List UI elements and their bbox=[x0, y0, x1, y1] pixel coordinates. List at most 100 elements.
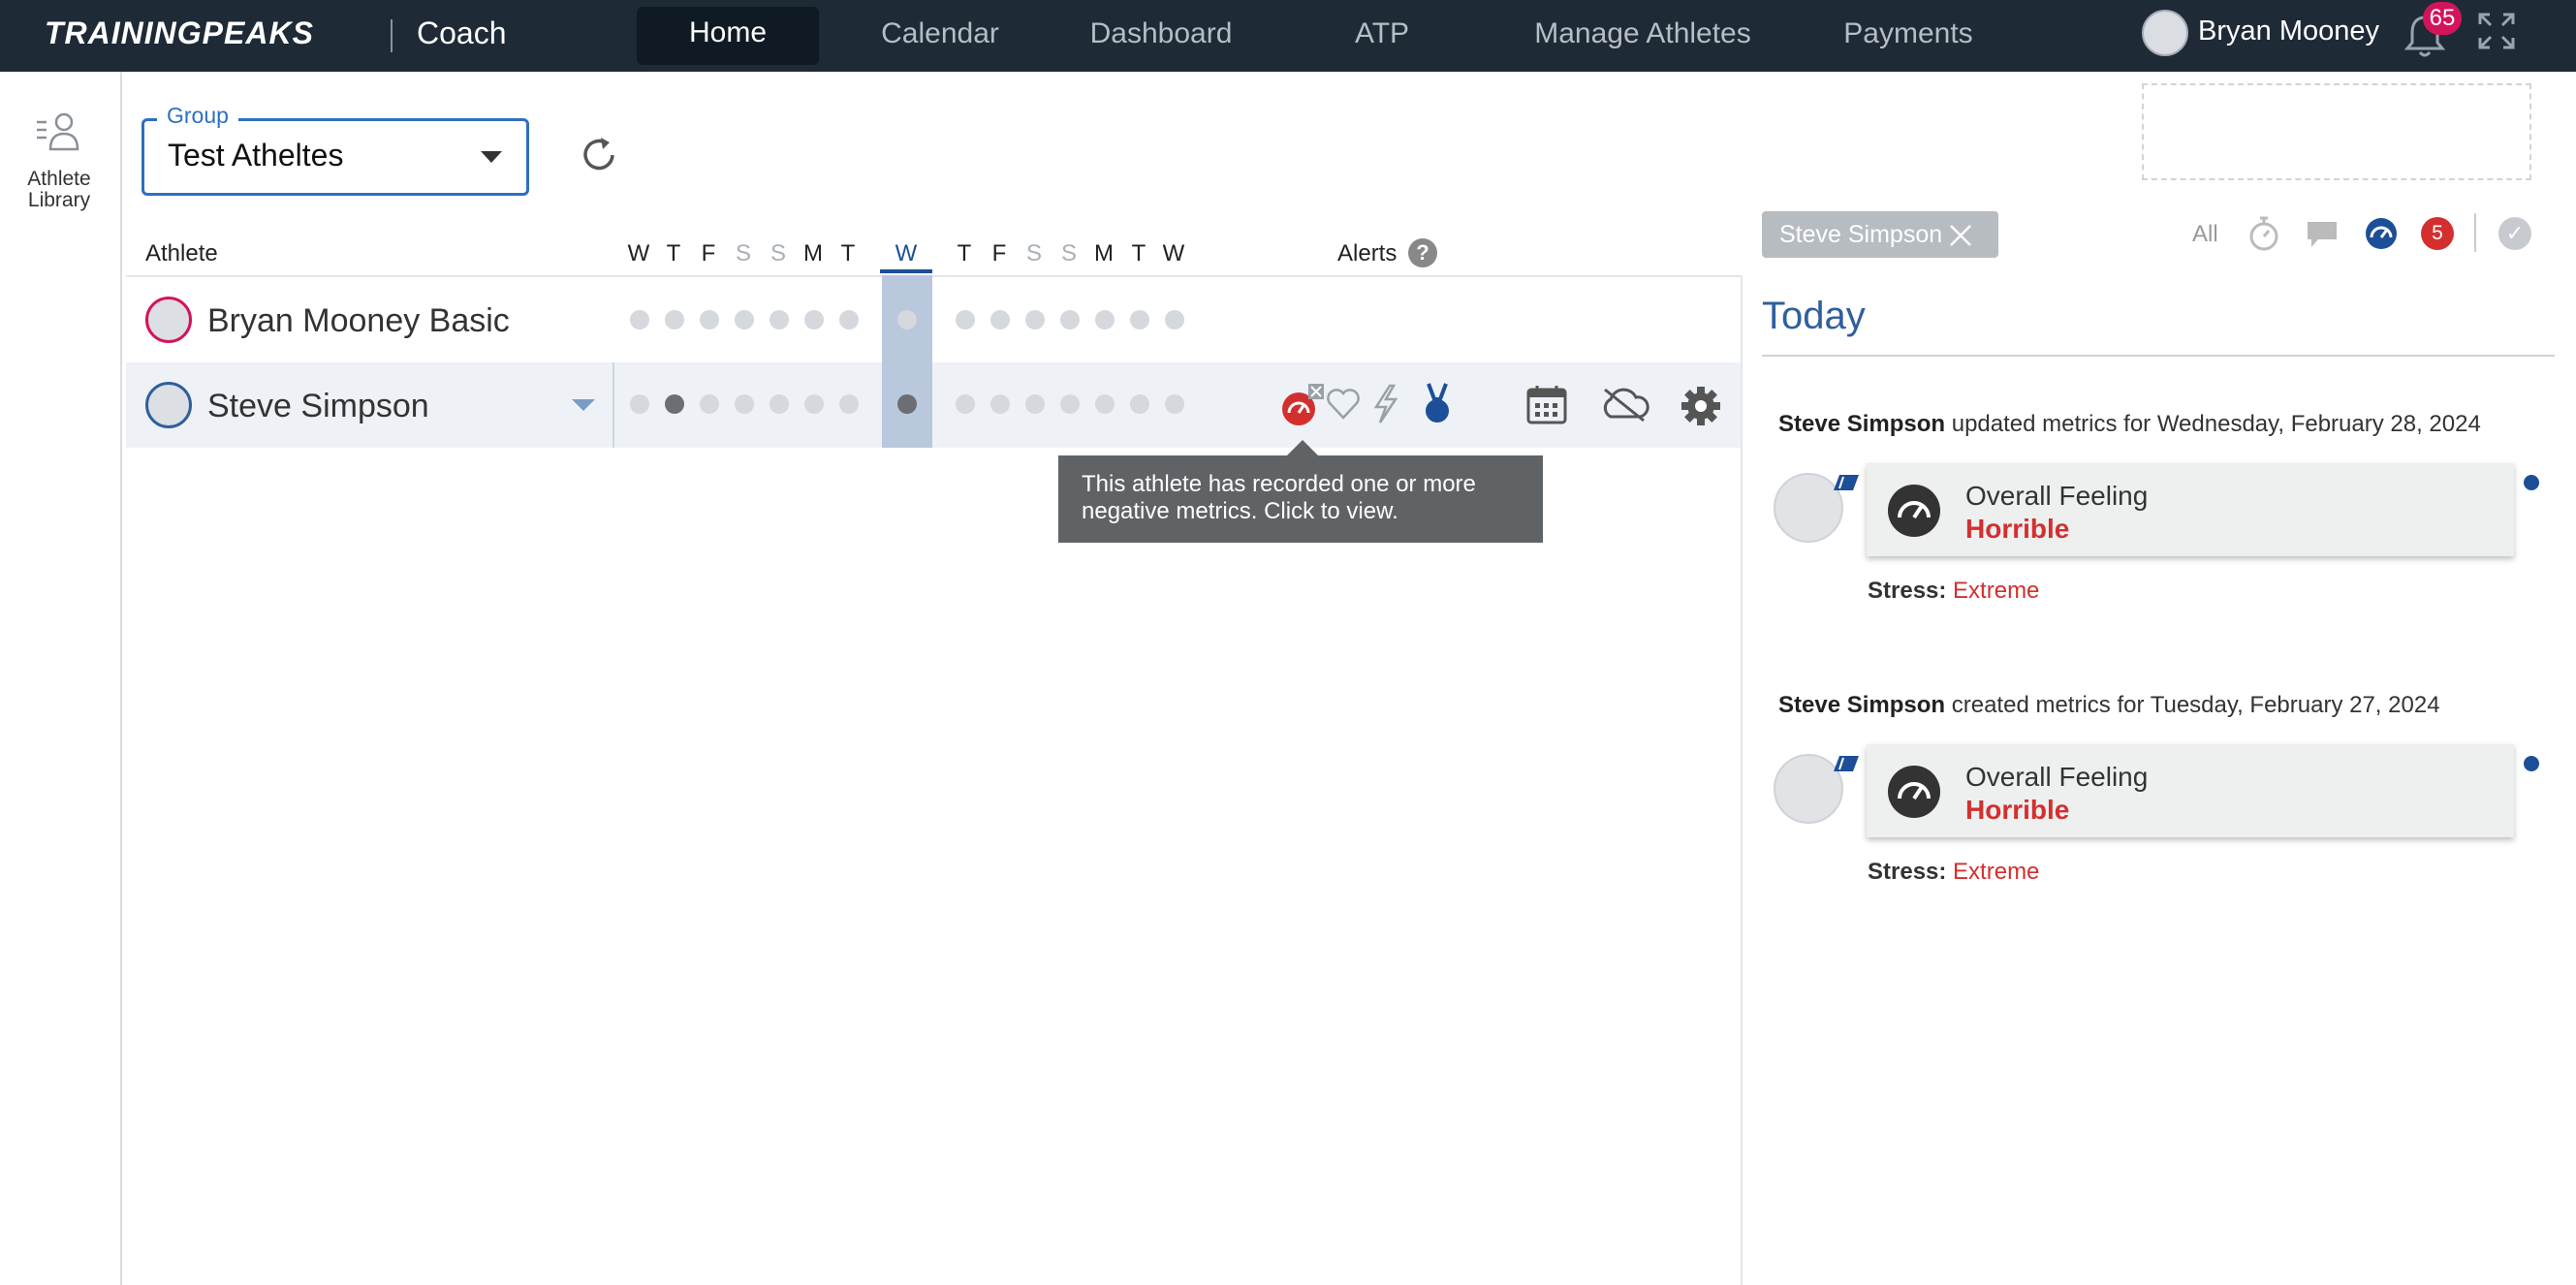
nav-payments[interactable]: Payments bbox=[1828, 0, 1989, 72]
cloud-off-icon[interactable] bbox=[1599, 386, 1649, 423]
day-dot[interactable] bbox=[735, 394, 754, 414]
day-dot[interactable] bbox=[956, 394, 975, 414]
day-dot-completed[interactable] bbox=[665, 394, 684, 414]
stopwatch-icon[interactable] bbox=[2246, 215, 2281, 252]
day-dot[interactable] bbox=[1025, 394, 1045, 414]
nav-atp[interactable]: ATP bbox=[1328, 0, 1436, 72]
day-dot[interactable] bbox=[990, 394, 1010, 414]
help-icon[interactable]: ? bbox=[1408, 238, 1437, 267]
unread-indicator[interactable] bbox=[2524, 475, 2539, 490]
day-dot[interactable] bbox=[804, 310, 824, 329]
logo-divider bbox=[391, 19, 393, 52]
group-select-value[interactable]: Test Atheltes bbox=[168, 138, 343, 173]
day-dot[interactable] bbox=[770, 310, 789, 329]
day-header: T bbox=[840, 240, 856, 266]
refresh-icon[interactable] bbox=[578, 134, 620, 176]
day-dot[interactable] bbox=[839, 394, 859, 414]
metrics-gauge-icon[interactable] bbox=[2363, 215, 2400, 252]
chevron-down-icon[interactable] bbox=[481, 151, 502, 163]
day-dot[interactable] bbox=[1060, 394, 1080, 414]
day-header: F bbox=[991, 240, 1007, 266]
left-rail: Athlete Library bbox=[0, 72, 122, 1285]
group-select-legend: Group bbox=[157, 103, 238, 129]
fullscreen-icon[interactable] bbox=[2477, 12, 2516, 50]
heart-icon[interactable] bbox=[1326, 388, 1361, 421]
day-dot[interactable] bbox=[1095, 310, 1115, 329]
day-dot[interactable] bbox=[630, 310, 649, 329]
comment-icon[interactable] bbox=[2305, 219, 2340, 250]
metric-card[interactable]: Overall Feeling Horrible bbox=[1867, 744, 2514, 837]
heading-rule bbox=[1762, 355, 2555, 357]
alerts-column-header: Alerts bbox=[1337, 240, 1398, 266]
close-icon[interactable] bbox=[1948, 223, 1973, 248]
day-dot[interactable] bbox=[1130, 394, 1149, 414]
day-dot[interactable] bbox=[897, 310, 917, 329]
day-dot[interactable] bbox=[804, 394, 824, 414]
activity-summary: Steve Simpson updated metrics for Wednes… bbox=[1778, 411, 2481, 438]
metric-value: Horrible bbox=[1965, 795, 2070, 825]
chevron-down-icon[interactable] bbox=[572, 399, 595, 411]
day-dot[interactable] bbox=[700, 394, 719, 414]
trainingpeaks-logo[interactable]: TRAININGPEAKS bbox=[45, 16, 314, 51]
medal-icon[interactable] bbox=[1421, 382, 1454, 426]
tooltip-arrow bbox=[1287, 440, 1318, 455]
day-header: W bbox=[1162, 240, 1185, 266]
day-header: M bbox=[803, 240, 823, 266]
day-dot[interactable] bbox=[1095, 394, 1115, 414]
notification-badge[interactable]: 65 bbox=[2423, 2, 2462, 35]
unread-indicator[interactable] bbox=[2524, 756, 2539, 771]
athlete-name[interactable]: Steve Simpson bbox=[207, 388, 429, 425]
drop-zone bbox=[2142, 83, 2531, 180]
row-divider bbox=[613, 362, 614, 448]
day-dot[interactable] bbox=[665, 310, 684, 329]
metric-card[interactable]: Overall Feeling Horrible bbox=[1867, 463, 2514, 556]
day-header: S bbox=[1060, 240, 1077, 266]
nav-home[interactable]: Home bbox=[637, 7, 819, 65]
day-dot[interactable] bbox=[770, 394, 789, 414]
product-name: Coach bbox=[417, 16, 507, 50]
stress-line: Stress: Extreme bbox=[1868, 578, 2039, 605]
day-dot[interactable] bbox=[956, 310, 975, 329]
user-name[interactable]: Bryan Mooney bbox=[2198, 16, 2379, 47]
gauge-icon bbox=[1888, 485, 1940, 537]
flag-icon bbox=[1834, 756, 1859, 771]
day-header: F bbox=[701, 240, 716, 266]
flag-icon bbox=[1834, 475, 1859, 490]
day-header: S bbox=[1025, 240, 1042, 266]
nav-dashboard[interactable]: Dashboard bbox=[1066, 0, 1256, 72]
day-dot[interactable] bbox=[630, 394, 649, 414]
nav-calendar[interactable]: Calendar bbox=[853, 0, 1027, 72]
metrics-alert-icon[interactable] bbox=[1277, 384, 1324, 428]
day-dot[interactable] bbox=[1130, 310, 1149, 329]
day-dot[interactable] bbox=[1165, 310, 1184, 329]
activity-athlete[interactable]: Steve Simpson bbox=[1778, 411, 1945, 437]
day-dot[interactable] bbox=[1060, 310, 1080, 329]
athlete-library-label[interactable]: Athlete Library bbox=[0, 169, 118, 211]
day-dot[interactable] bbox=[1025, 310, 1045, 329]
day-dot[interactable] bbox=[735, 310, 754, 329]
day-header: T bbox=[957, 240, 972, 266]
metric-value: Horrible bbox=[1965, 514, 2070, 544]
metrics-count-badge[interactable]: 5 bbox=[2421, 217, 2454, 250]
day-dot[interactable] bbox=[700, 310, 719, 329]
gear-icon[interactable] bbox=[1681, 386, 1721, 426]
nav-manage-athletes[interactable]: Manage Athletes bbox=[1512, 0, 1774, 72]
day-header: T bbox=[666, 240, 681, 266]
day-dot[interactable] bbox=[1165, 394, 1184, 414]
day-dot[interactable] bbox=[990, 310, 1010, 329]
calendar-icon[interactable] bbox=[1525, 384, 1568, 424]
lightning-icon[interactable] bbox=[1370, 384, 1401, 424]
activity-athlete[interactable]: Steve Simpson bbox=[1778, 692, 1945, 718]
day-dot-completed[interactable] bbox=[897, 394, 917, 414]
avatar[interactable] bbox=[145, 297, 192, 343]
metrics-tooltip: This athlete has recorded one or more ne… bbox=[1058, 455, 1543, 543]
athlete-library-icon[interactable] bbox=[35, 110, 83, 155]
table-row[interactable]: Bryan Mooney Basic bbox=[126, 277, 1741, 362]
user-avatar[interactable] bbox=[2142, 10, 2188, 56]
mark-read-icon[interactable]: ✓ bbox=[2498, 217, 2531, 250]
avatar[interactable] bbox=[145, 382, 192, 428]
day-dot[interactable] bbox=[839, 310, 859, 329]
filter-all[interactable]: All bbox=[2192, 221, 2218, 248]
athlete-name[interactable]: Bryan Mooney Basic bbox=[207, 302, 510, 340]
activity-action: created metrics for Tuesday, February 27… bbox=[1951, 692, 2440, 718]
